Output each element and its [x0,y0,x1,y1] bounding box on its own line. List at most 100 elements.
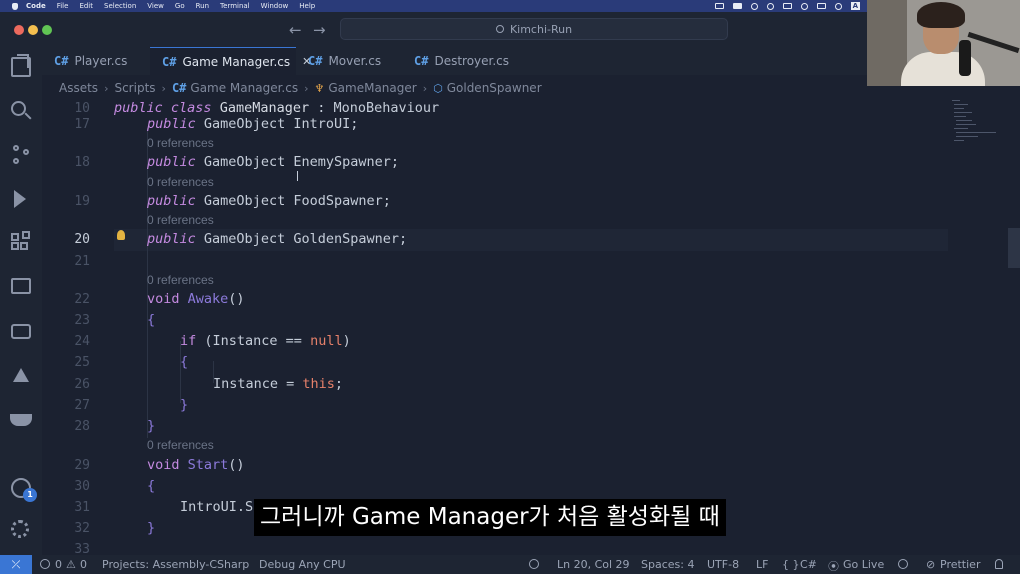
code-function-name: Start [187,457,229,473]
extensions-icon[interactable] [11,231,31,254]
run-debug-icon[interactable] [14,190,26,208]
codelens-references[interactable]: 0 references [147,175,214,189]
apple-icon[interactable] [12,2,18,10]
code-keyword: public [147,231,196,247]
mouse-ibeam-cursor [297,171,298,181]
prettier-check-icon[interactable]: ⊘ [926,558,935,571]
sticky-class-declaration: public class GameManager : MonoBehaviour [114,100,439,116]
cursor-position[interactable]: Ln 20, Col 29 [557,558,630,571]
wifi-icon[interactable] [834,2,842,10]
menu-view[interactable]: View [147,2,164,10]
code-editor[interactable]: 10 public class GameManager : MonoBehavi… [42,98,1008,555]
codelens-references[interactable]: 0 references [147,136,214,150]
line-number: 17 [74,117,90,132]
remote-explorer-icon[interactable] [11,278,31,294]
error-icon[interactable] [40,559,50,569]
forward-arrow-icon[interactable]: → [313,21,326,39]
volume-icon[interactable] [800,2,808,10]
codelens-references[interactable]: 0 references [147,213,214,227]
breadcrumb-field[interactable]: GoldenSpawner [447,81,542,95]
battery-icon[interactable] [782,3,792,9]
webcam-overlay [867,0,1020,86]
field-icon: ⬡ [433,81,443,95]
remote-monitor-icon[interactable] [11,324,31,339]
tab-mover-cs[interactable]: C# Mover.cs [296,47,402,75]
code-text: (Instance == [204,333,311,349]
video-subtitle: 그러니까 Game Manager가 처음 활성화될 때 [254,499,726,536]
eol-status[interactable]: LF [756,558,768,571]
status-bar: ⤫ 0 ⚠ 0 Projects: Assembly-CSharp Debug … [0,555,1020,574]
menu-window[interactable]: Window [261,2,289,10]
code-line: } [147,520,156,536]
status-icon[interactable] [750,2,758,10]
tab-player-cs[interactable]: C# Player.cs [42,47,150,75]
gear-icon[interactable] [11,520,29,538]
zoom-window-button[interactable] [42,25,52,35]
breadcrumb-file[interactable]: Game Manager.cs [190,81,298,95]
menu-go[interactable]: Go [175,2,185,10]
indentation-status[interactable]: Spaces: 4 [641,558,694,571]
bluetooth-icon[interactable] [816,3,826,9]
minimize-window-button[interactable] [28,25,38,35]
error-count[interactable]: 0 [55,558,62,571]
codelens-references[interactable]: 0 references [147,273,214,287]
vertical-scrollbar[interactable] [1008,228,1020,268]
screen-share-icon[interactable] [732,3,742,9]
projects-status[interactable]: Projects: Assembly-CSharp [102,558,249,571]
menu-selection[interactable]: Selection [104,2,136,10]
breadcrumb-class[interactable]: GameManager [328,81,416,95]
camera-icon[interactable] [714,3,724,9]
code-line: { [147,478,156,494]
code-function-name: Awake [187,291,229,307]
tab-label: Mover.cs [328,54,382,68]
tab-destroyer-cs[interactable]: C# Destroyer.cs [402,47,532,75]
class-icon: ♆ [314,81,325,95]
breadcrumb-assets[interactable]: Assets [59,81,98,95]
control-icon[interactable] [766,2,774,10]
code-text: ; [334,376,344,392]
menu-run[interactable]: Run [196,2,209,10]
code-keyword: void [147,291,180,307]
tab-label: Player.cs [74,54,128,68]
line-number: 32 [74,521,90,536]
language-mode[interactable]: C# [800,558,817,571]
codelens-references[interactable]: 0 references [147,438,214,452]
code-line: } [147,418,156,434]
menu-help[interactable]: Help [299,2,315,10]
build-config-status[interactable]: Debug Any CPU [259,558,346,571]
line-number: 28 [74,419,90,434]
breadcrumb-scripts[interactable]: Scripts [114,81,155,95]
menu-terminal[interactable]: Terminal [220,2,250,10]
line-number: 30 [74,479,90,494]
source-control-icon[interactable] [11,145,31,165]
explorer-icon[interactable] [11,54,31,77]
bell-icon[interactable] [995,559,1003,569]
docker-icon[interactable] [10,414,32,426]
input-source-indicator[interactable]: A [850,2,860,10]
minimap[interactable] [950,98,1008,178]
prettier-status[interactable]: Prettier [940,558,980,571]
back-arrow-icon[interactable]: ← [289,21,302,39]
lightbulb-icon[interactable] [117,230,125,240]
code-keyword: public class [114,100,212,116]
zoom-icon[interactable] [529,559,539,569]
code-line: Instance = this; [213,376,343,392]
search-icon[interactable] [11,101,26,116]
braces-icon[interactable]: { } [782,558,800,571]
tab-game-manager-cs[interactable]: C# Game Manager.cs ✕ [150,47,311,75]
go-live-button[interactable]: Go Live [843,558,884,571]
warning-icon[interactable]: ⚠ [66,558,76,571]
line-number: 18 [74,155,90,170]
close-window-button[interactable] [14,25,24,35]
menu-file[interactable]: File [57,2,69,10]
command-center-search[interactable]: Kimchi-Run [340,18,728,40]
code-keyword: public [147,193,196,209]
testing-flask-icon[interactable] [13,368,29,382]
remote-indicator-button[interactable]: ⤫ [0,555,32,574]
encoding-status[interactable]: UTF-8 [707,558,739,571]
warning-count[interactable]: 0 [80,558,87,571]
menu-edit[interactable]: Edit [79,2,93,10]
menu-app-code[interactable]: Code [26,2,46,10]
broadcast-icon[interactable]: ⦿ [828,558,839,574]
feedback-icon[interactable] [898,559,908,569]
